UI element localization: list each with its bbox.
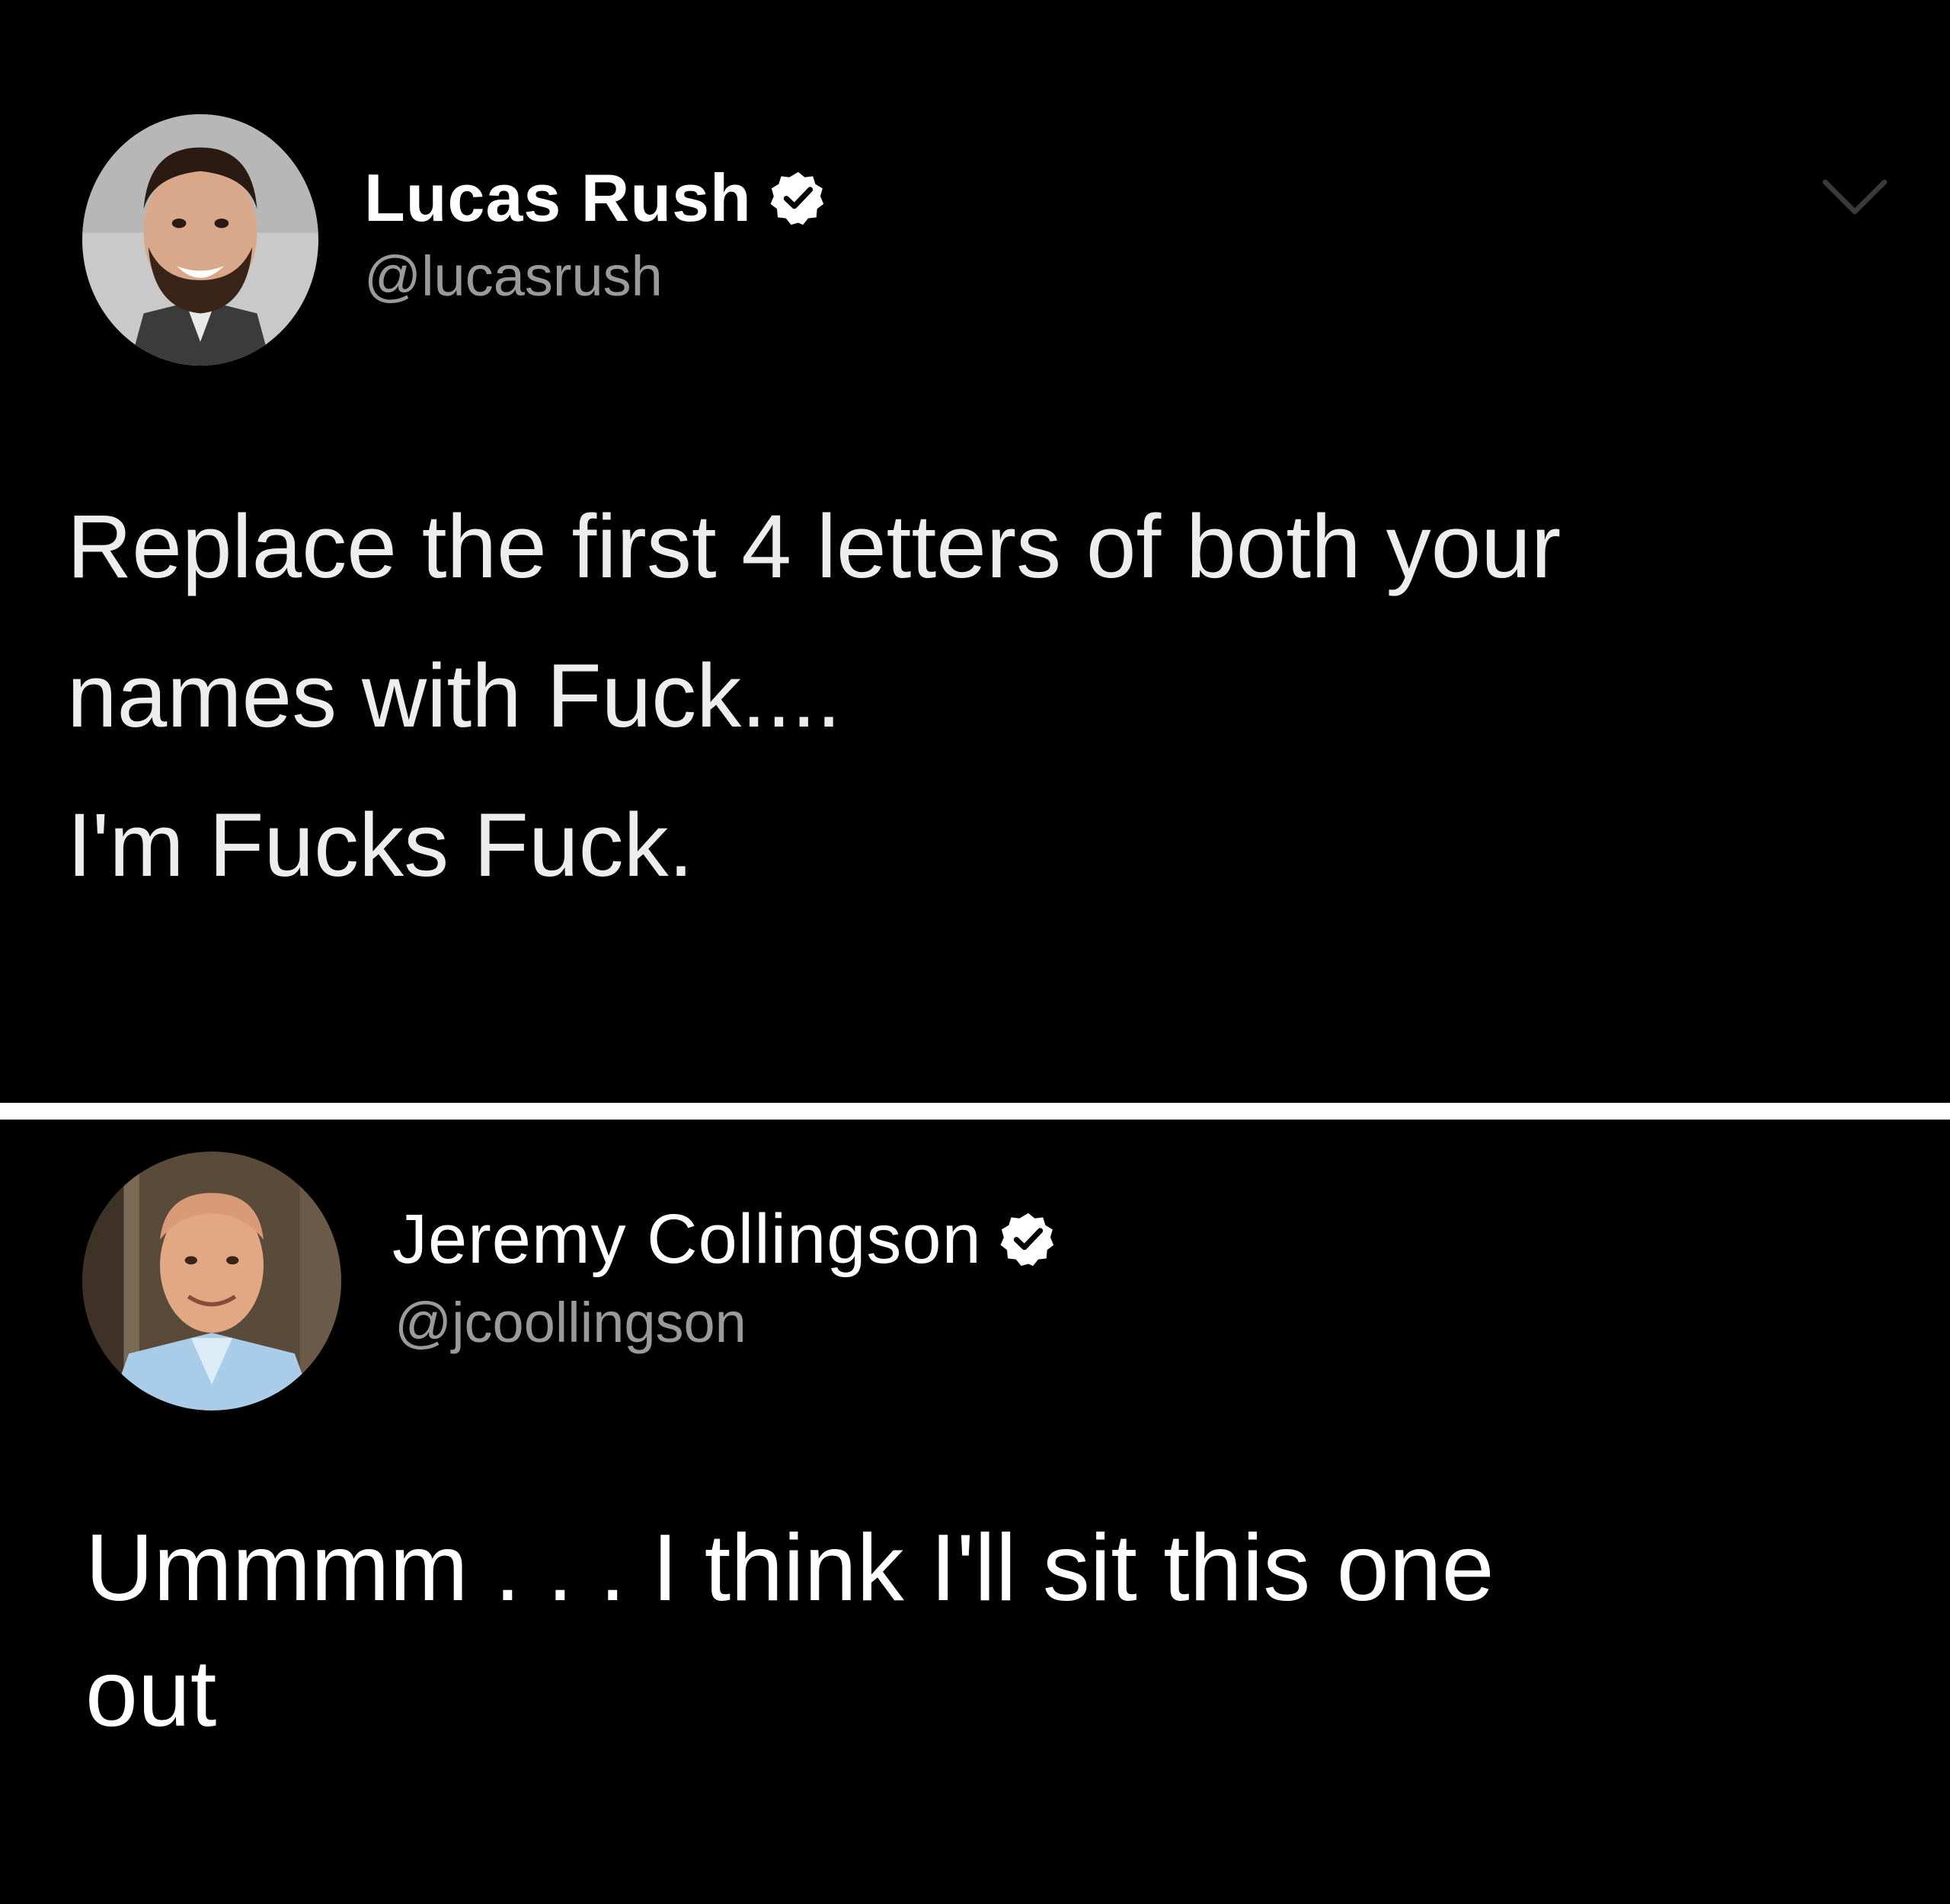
tweet-text-line: out (85, 1641, 217, 1746)
avatar[interactable] (82, 1152, 341, 1410)
author-name-row: Jeremy Collingson (392, 1197, 1058, 1281)
tweet-text-line: Replace the first 4 letters of both your (67, 497, 1562, 597)
author-name-row: Lucas Rush (364, 156, 828, 240)
tweet-text-line: names with Fuck.... (67, 646, 842, 746)
divider-line (0, 1103, 1950, 1120)
avatar[interactable] (82, 114, 318, 366)
handle[interactable]: @jcoollingson (395, 1290, 746, 1355)
tweet-text: Ummmm . . . I think I'll sit this one ou… (85, 1506, 1494, 1757)
tweet-card: Lucas Rush @lucasrush Replace the first … (0, 0, 1950, 1097)
tweet-card: Jeremy Collingson @jcoollingson Ummmm . … (0, 1121, 1950, 1904)
handle[interactable]: @lucasrush (364, 244, 663, 308)
tweet-text-line: Ummmm . . . I think I'll sit this one (85, 1516, 1494, 1621)
tweet-text-line: I'm Fucks Fuck. (67, 795, 694, 896)
chevron-down-icon[interactable] (1821, 175, 1889, 221)
tweet-text: Replace the first 4 letters of both your… (67, 472, 1561, 920)
display-name[interactable]: Jeremy Collingson (392, 1200, 982, 1279)
divider (0, 1097, 1950, 1121)
verified-badge-icon (999, 1209, 1058, 1269)
display-name[interactable]: Lucas Rush (364, 159, 752, 237)
verified-badge-icon (769, 168, 828, 228)
